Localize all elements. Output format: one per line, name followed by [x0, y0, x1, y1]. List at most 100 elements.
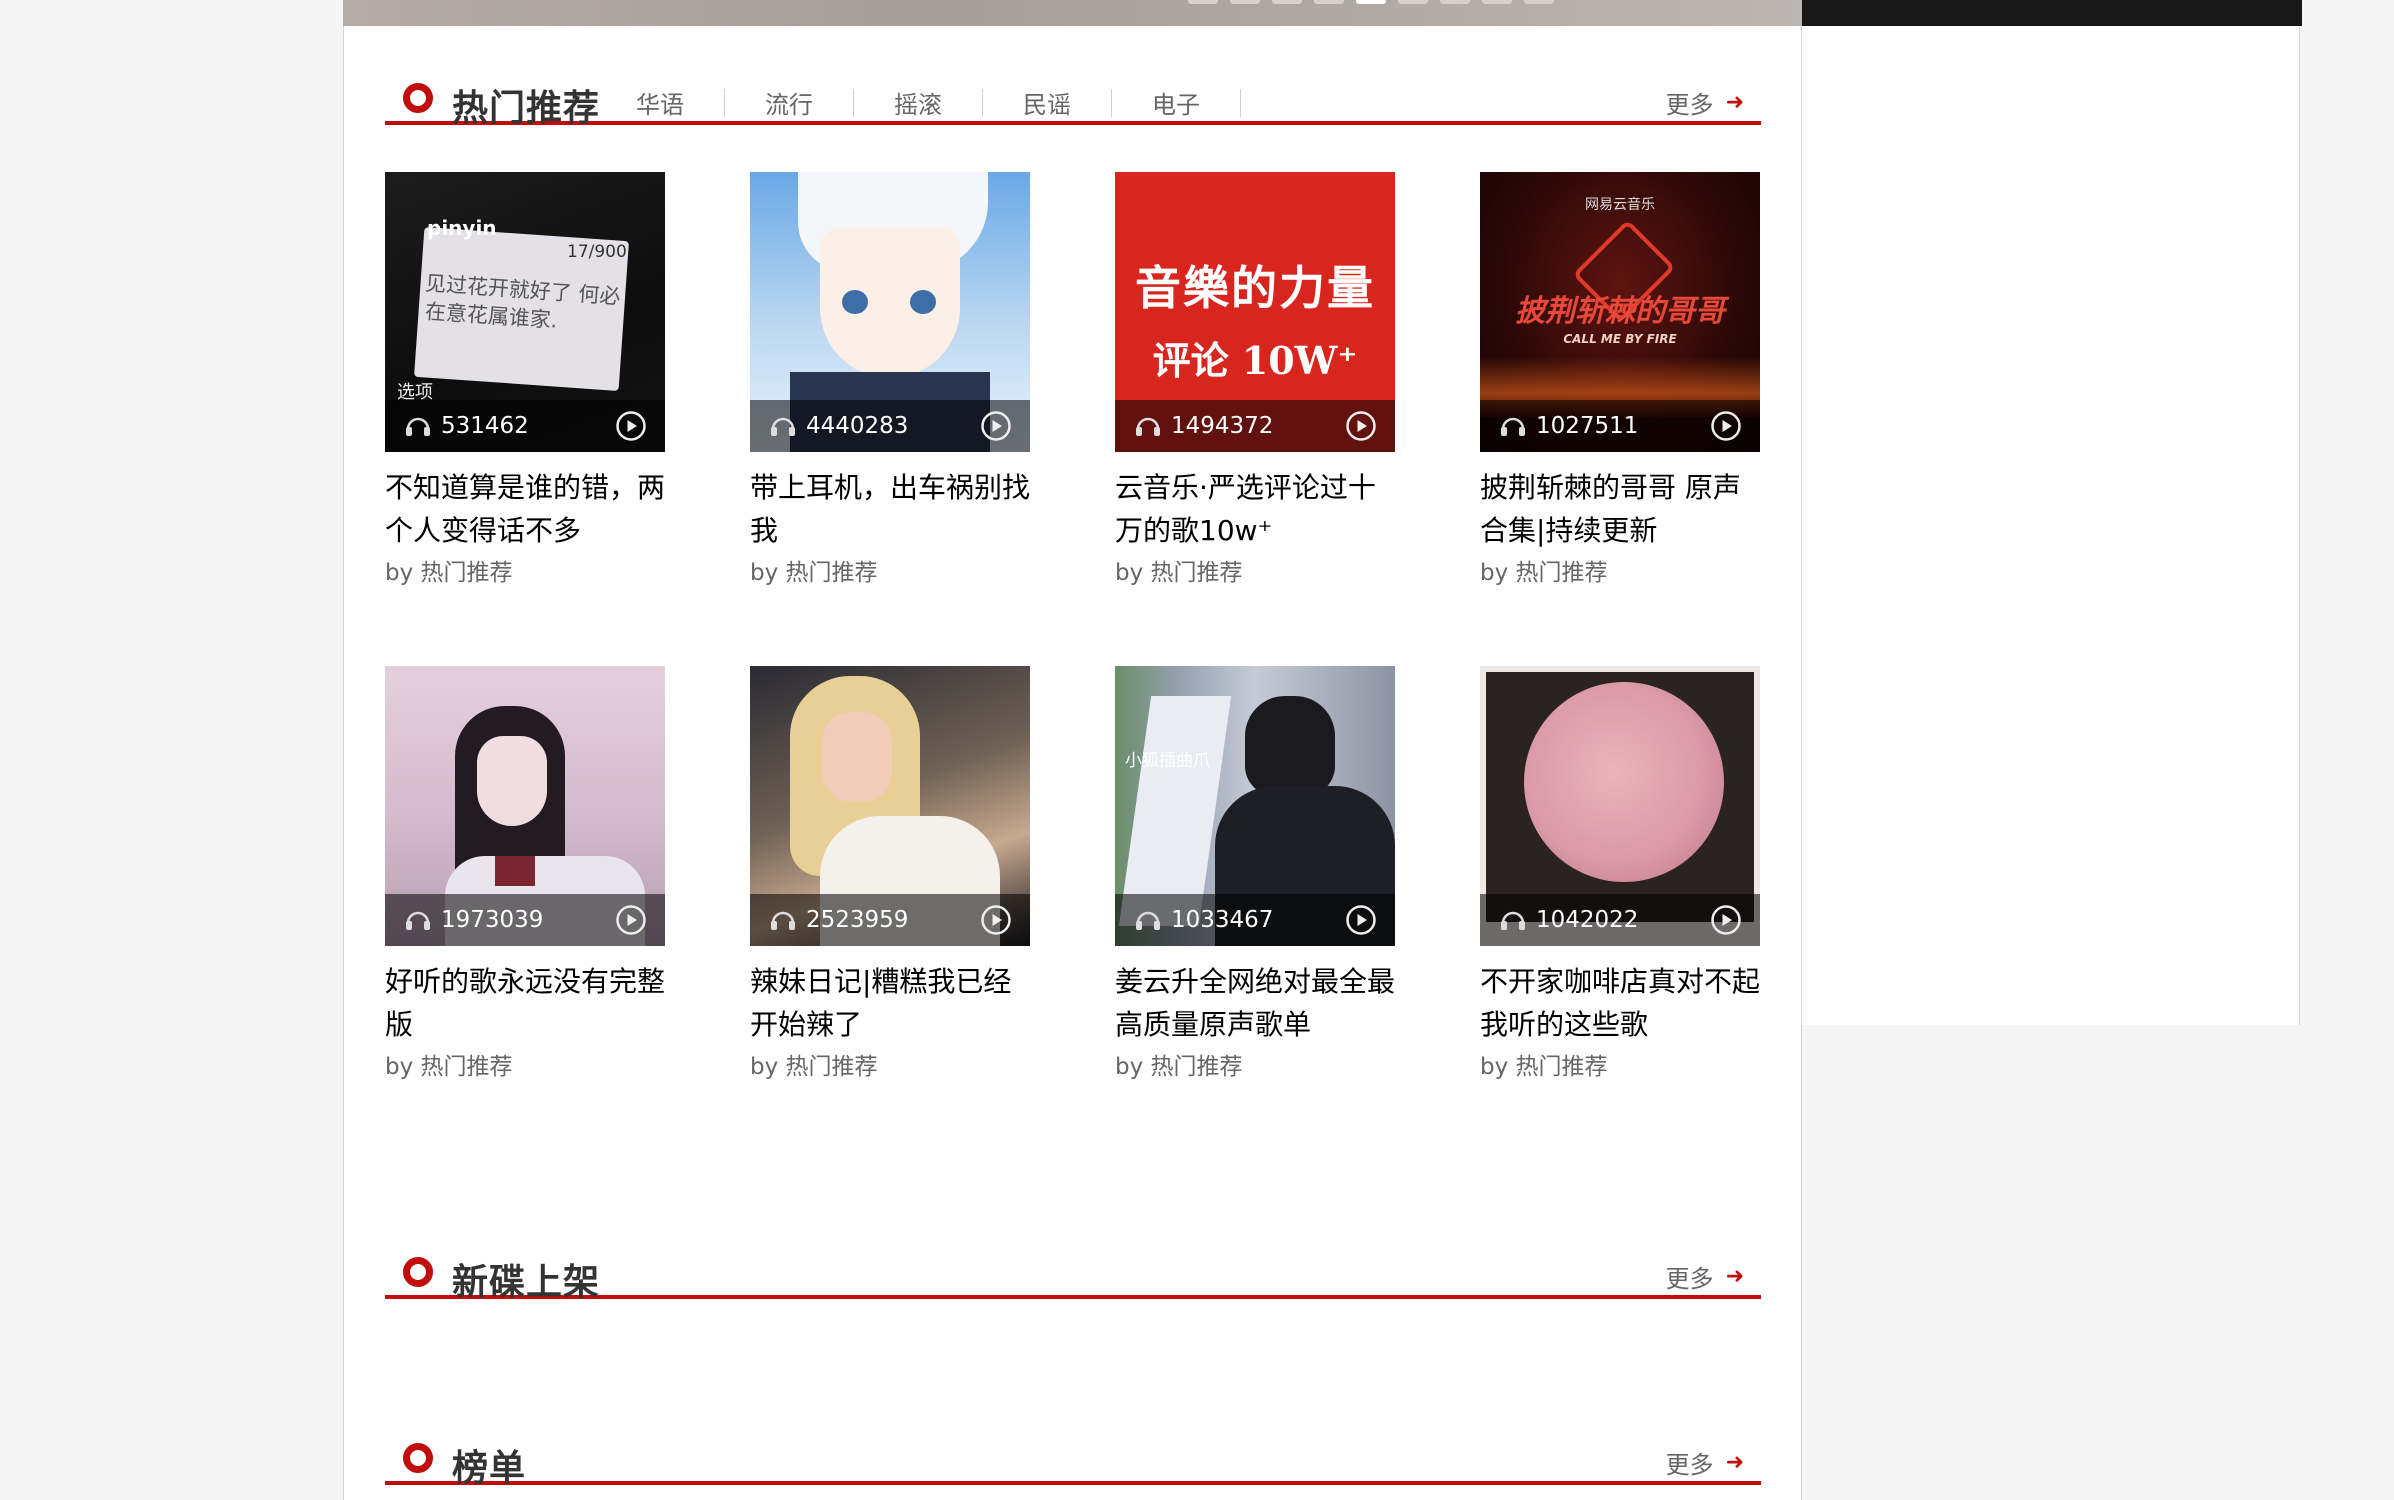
more-link[interactable]: 更多 ➜ — [1666, 85, 1744, 120]
arrow-right-icon: ➜ — [1725, 90, 1744, 115]
more-link[interactable]: 更多 ➜ — [1666, 1445, 1744, 1480]
main-content: 热门推荐 华语 流行 摇滚 民谣 电子 更多 ➜ pinyin 17/900 见… — [343, 26, 1802, 1500]
playlist-card[interactable]: 4440283 带上耳机，出车祸别找我 by 热门推荐 — [750, 172, 1030, 587]
tab-divider — [853, 88, 854, 117]
tab-liuxing[interactable]: 流行 — [765, 85, 813, 120]
headphone-icon — [1498, 415, 1528, 437]
more-link[interactable]: 更多 ➜ — [1666, 1259, 1744, 1294]
arrow-right-icon: ➜ — [1725, 1450, 1744, 1475]
face-shape — [477, 736, 547, 826]
play-circle-icon[interactable] — [1710, 904, 1742, 936]
playlist-title[interactable]: 不开家咖啡店真对不起我听的这些歌 — [1480, 960, 1765, 1046]
banner-dot[interactable] — [1314, 0, 1344, 4]
banner-dot[interactable] — [1482, 0, 1512, 4]
playlist-author[interactable]: by 热门推荐 — [1115, 1047, 1395, 1081]
playlist-cover[interactable]: 小狐插曲爪 1033467 — [1115, 666, 1395, 946]
playlist-author[interactable]: by 热门推荐 — [750, 553, 1030, 587]
playlist-author[interactable]: by 热门推荐 — [1115, 553, 1395, 587]
headphone-icon — [1498, 909, 1528, 931]
play-circle-icon[interactable] — [980, 410, 1012, 442]
playlist-cover[interactable]: 4440283 — [750, 172, 1030, 452]
banner-dot[interactable] — [1440, 0, 1470, 4]
cover-info-bar: 531462 — [385, 400, 665, 452]
play-circle-icon[interactable] — [1345, 904, 1377, 936]
banner-dot[interactable] — [1398, 0, 1428, 4]
tab-minyao[interactable]: 民谣 — [1023, 85, 1071, 120]
cover-text: 评论 10W⁺ — [1152, 338, 1358, 383]
banner-dot[interactable] — [1230, 0, 1260, 4]
playlist-title[interactable]: 不知道算是谁的错，两个人变得话不多 — [385, 466, 670, 552]
cover-info-bar: 1027511 — [1480, 400, 1760, 452]
playlist-author[interactable]: by 热门推荐 — [385, 1047, 665, 1081]
playlist-author[interactable]: by 热门推荐 — [385, 553, 665, 587]
cover-text: 网易云音乐 — [1585, 197, 1655, 213]
banner-dot[interactable] — [1188, 0, 1218, 4]
playlist-card[interactable]: pinyin 17/900 见过花开就好了 何必 在意花属谁家. 选项 5314… — [385, 172, 665, 587]
banner-dot[interactable] — [1272, 0, 1302, 4]
play-circle-icon[interactable] — [615, 904, 647, 936]
playlist-author[interactable]: by 热门推荐 — [1480, 1047, 1760, 1081]
cover-text: pinyin — [427, 216, 497, 240]
sun-disc-shape — [1524, 682, 1724, 882]
tab-dianzi[interactable]: 电子 — [1152, 85, 1200, 120]
arrow-right-icon: ➜ — [1725, 1264, 1744, 1289]
playlist-cover[interactable]: 2523959 — [750, 666, 1030, 946]
play-count: 531462 — [441, 413, 529, 439]
cover-info-bar: 2523959 — [750, 894, 1030, 946]
play-circle-icon[interactable] — [615, 410, 647, 442]
playlist-cover[interactable]: 音樂的力量 评论 10W⁺ 1494372 — [1115, 172, 1395, 452]
banner-dot-active[interactable] — [1356, 0, 1386, 4]
tab-divider — [1240, 88, 1241, 117]
ring-icon — [403, 1257, 433, 1287]
new-albums-section: 新碟上架 更多 ➜ — [385, 1245, 1761, 1303]
playlist-card[interactable]: 小狐插曲爪 1033467 姜云升全网绝对最全最高质量原声歌单 by 热门推荐 — [1115, 666, 1395, 1081]
playlist-author[interactable]: by 热门推荐 — [750, 1047, 1030, 1081]
play-circle-icon[interactable] — [1345, 410, 1377, 442]
playlist-cover[interactable]: pinyin 17/900 见过花开就好了 何必 在意花属谁家. 选项 5314… — [385, 172, 665, 452]
cover-info-bar: 1494372 — [1115, 400, 1395, 452]
tie-shape — [495, 856, 535, 886]
banner-bottom-strip — [343, 0, 1802, 26]
section-title[interactable]: 新碟上架 — [452, 1253, 600, 1305]
tab-divider — [724, 88, 725, 117]
download-panel-edge — [1802, 0, 2302, 26]
ring-icon — [403, 83, 433, 113]
playlist-title[interactable]: 好听的歌永远没有完整版 — [385, 960, 670, 1046]
section-title[interactable]: 热门推荐 — [452, 79, 600, 131]
playlist-cover[interactable]: 1042022 — [1480, 666, 1760, 946]
play-circle-icon[interactable] — [1710, 410, 1742, 442]
playlist-cover[interactable]: 1973039 — [385, 666, 665, 946]
playlist-cover[interactable]: 网易云音乐 披荆斩棘的哥哥 CALL ME BY FIRE 1027511 — [1480, 172, 1760, 452]
cover-info-bar: 1042022 — [1480, 894, 1760, 946]
playlist-author[interactable]: by 热门推荐 — [1480, 553, 1760, 587]
playlist-title[interactable]: 披荆斩棘的哥哥 原声合集|持续更新 — [1480, 466, 1765, 552]
play-circle-icon[interactable] — [980, 904, 1012, 936]
right-sidebar — [1802, 26, 2300, 1025]
headphone-icon — [768, 415, 798, 437]
playlist-card[interactable]: 1042022 不开家咖啡店真对不起我听的这些歌 by 热门推荐 — [1480, 666, 1760, 1081]
play-count: 1033467 — [1171, 907, 1274, 933]
section-header: 新碟上架 更多 ➜ — [385, 1245, 1761, 1303]
playlist-card[interactable]: 2523959 辣妹日记|糟糕我已经开始辣了 by 热门推荐 — [750, 666, 1030, 1081]
playlist-card[interactable]: 音樂的力量 评论 10W⁺ 1494372 云音乐·严选评论过十万的歌10w⁺ … — [1115, 172, 1395, 587]
playlist-title[interactable]: 云音乐·严选评论过十万的歌10w⁺ — [1115, 466, 1400, 552]
play-count: 2523959 — [806, 907, 909, 933]
section-title[interactable]: 榜单 — [452, 1439, 526, 1491]
tab-yaogun[interactable]: 摇滚 — [894, 85, 942, 120]
tab-divider — [982, 88, 983, 117]
playlist-card[interactable]: 1973039 好听的歌永远没有完整版 by 热门推荐 — [385, 666, 665, 1081]
tab-huayu[interactable]: 华语 — [636, 85, 684, 120]
playlist-title[interactable]: 带上耳机，出车祸别找我 — [750, 466, 1035, 552]
section-header: 榜单 更多 ➜ — [385, 1431, 1761, 1489]
headphone-icon — [403, 415, 433, 437]
headphone-icon — [403, 909, 433, 931]
charts-section: 榜单 更多 ➜ — [385, 1431, 1761, 1489]
playlist-card[interactable]: 网易云音乐 披荆斩棘的哥哥 CALL ME BY FIRE 1027511 披荆… — [1480, 172, 1760, 587]
more-label: 更多 — [1665, 1451, 1714, 1479]
play-count: 1027511 — [1536, 413, 1639, 439]
playlist-title[interactable]: 姜云升全网绝对最全最高质量原声歌单 — [1115, 960, 1400, 1046]
cover-text: 披荆斩棘的哥哥 — [1515, 294, 1725, 329]
playlist-title[interactable]: 辣妹日记|糟糕我已经开始辣了 — [750, 960, 1035, 1046]
banner-dot[interactable] — [1524, 0, 1554, 4]
play-count: 4440283 — [806, 413, 909, 439]
